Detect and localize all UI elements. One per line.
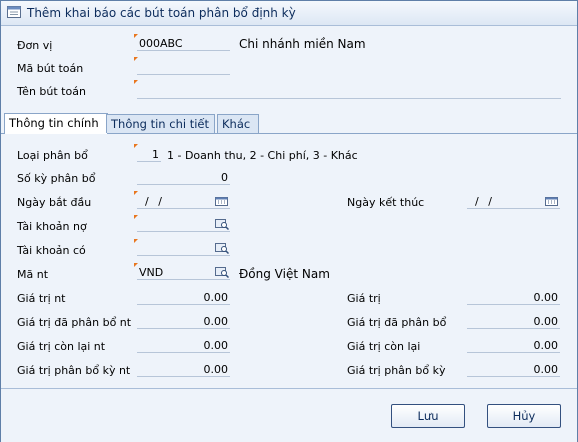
gia-tri-nt-input[interactable]: 0.00 bbox=[137, 290, 230, 305]
gia-tri-label: Giá trị bbox=[347, 292, 381, 305]
loai-phan-bo-hint: 1 - Doanh thu, 2 - Chi phí, 3 - Khác bbox=[167, 149, 358, 162]
ten-but-toan-label: Tên bút toán bbox=[17, 85, 86, 98]
gt-con-lai-input[interactable]: 0.00 bbox=[467, 338, 560, 353]
gt-pb-ky-value: 0.00 bbox=[533, 363, 559, 376]
ngay-bat-dau-value: / / bbox=[145, 195, 165, 208]
loai-phan-bo-label: Loại phân bổ bbox=[17, 149, 88, 162]
tk-no-input[interactable] bbox=[137, 217, 230, 232]
ngay-bat-dau-label: Ngày bắt đầu bbox=[17, 196, 92, 209]
gt-pb-ky-nt-input[interactable]: 0.00 bbox=[137, 362, 230, 377]
title-bar: Thêm khai báo các bút toán phân bổ định … bbox=[1, 1, 577, 26]
ma-but-toan-input[interactable] bbox=[137, 60, 230, 75]
ngay-ket-thuc-input[interactable]: / / bbox=[467, 194, 560, 209]
tk-co-input[interactable] bbox=[137, 241, 230, 256]
so-ky-value: 0 bbox=[221, 171, 228, 184]
main-panel: Loại phân bổ 1 1 - Doanh thu, 2 - Chi ph… bbox=[1, 134, 577, 387]
gt-da-pb-input[interactable]: 0.00 bbox=[467, 314, 560, 329]
gt-da-pb-label: Giá trị đã phân bổ bbox=[347, 316, 447, 329]
gt-da-pb-nt-label: Giá trị đã phân bổ nt bbox=[17, 316, 132, 329]
gt-con-lai-label: Giá trị còn lại bbox=[347, 340, 421, 353]
gt-con-lai-nt-input[interactable]: 0.00 bbox=[137, 338, 230, 353]
tab-khac[interactable]: Khác bbox=[217, 114, 259, 133]
gia-tri-nt-label: Giá trị nt bbox=[17, 292, 66, 305]
gt-con-lai-value: 0.00 bbox=[533, 339, 559, 352]
gt-con-lai-nt-value: 0.00 bbox=[203, 339, 229, 352]
gt-pb-ky-nt-label: Giá trị phân bổ kỳ nt bbox=[17, 364, 131, 377]
lookup-icon[interactable] bbox=[215, 266, 229, 278]
calendar-icon[interactable] bbox=[215, 197, 228, 206]
ma-but-toan-label: Mã bút toán bbox=[17, 62, 84, 75]
lookup-icon[interactable] bbox=[215, 242, 229, 254]
loai-phan-bo-value: 1 bbox=[152, 148, 159, 161]
don-vi-label: Đơn vị bbox=[17, 39, 53, 52]
form-icon bbox=[7, 6, 21, 18]
ma-nt-label: Mã nt bbox=[17, 268, 49, 281]
don-vi-name: Chi nhánh miền Nam bbox=[239, 37, 366, 51]
ngay-ket-thuc-value: / / bbox=[475, 195, 495, 208]
gia-tri-input[interactable]: 0.00 bbox=[467, 290, 560, 305]
loai-phan-bo-input[interactable]: 1 bbox=[137, 147, 161, 162]
ma-nt-input[interactable]: VND bbox=[137, 265, 230, 280]
gt-pb-ky-input[interactable]: 0.00 bbox=[467, 362, 560, 377]
tk-no-label: Tài khoản nợ bbox=[17, 220, 87, 233]
gt-da-pb-value: 0.00 bbox=[533, 315, 559, 328]
save-button[interactable]: Lưu bbox=[391, 404, 465, 428]
tk-co-label: Tài khoản có bbox=[17, 244, 86, 257]
button-bar: Lưu Hủy bbox=[1, 388, 577, 442]
don-vi-input[interactable]: 000ABC bbox=[137, 36, 230, 51]
ten-but-toan-input[interactable] bbox=[137, 84, 561, 99]
lookup-icon[interactable] bbox=[215, 218, 229, 230]
ma-nt-value: VND bbox=[139, 266, 164, 279]
gt-pb-ky-nt-value: 0.00 bbox=[203, 363, 229, 376]
cancel-button[interactable]: Hủy bbox=[487, 404, 561, 428]
gia-tri-value: 0.00 bbox=[533, 291, 559, 304]
gt-con-lai-nt-label: Giá trị còn lại nt bbox=[17, 340, 106, 353]
window-title: Thêm khai báo các bút toán phân bổ định … bbox=[27, 6, 296, 20]
gia-tri-nt-value: 0.00 bbox=[203, 291, 229, 304]
so-ky-input[interactable]: 0 bbox=[137, 170, 230, 185]
calendar-icon[interactable] bbox=[545, 197, 558, 206]
tab-strip: Thông tin chính Thông tin chi tiết Khác bbox=[1, 111, 577, 134]
gt-pb-ky-label: Giá trị phân bổ kỳ bbox=[347, 364, 446, 377]
so-ky-label: Số kỳ phân bổ bbox=[17, 172, 96, 185]
gt-da-pb-nt-input[interactable]: 0.00 bbox=[137, 314, 230, 329]
dialog-window: Thêm khai báo các bút toán phân bổ định … bbox=[0, 0, 578, 442]
tab-thong-tin-chi-tiet[interactable]: Thông tin chi tiết bbox=[106, 114, 215, 133]
don-vi-value: 000ABC bbox=[139, 37, 183, 50]
gt-da-pb-nt-value: 0.00 bbox=[203, 315, 229, 328]
tab-thong-tin-chinh[interactable]: Thông tin chính bbox=[4, 113, 108, 134]
ngay-ket-thuc-label: Ngày kết thúc bbox=[347, 196, 425, 209]
ma-nt-name: Đồng Việt Nam bbox=[239, 267, 330, 281]
ngay-bat-dau-input[interactable]: / / bbox=[137, 194, 230, 209]
